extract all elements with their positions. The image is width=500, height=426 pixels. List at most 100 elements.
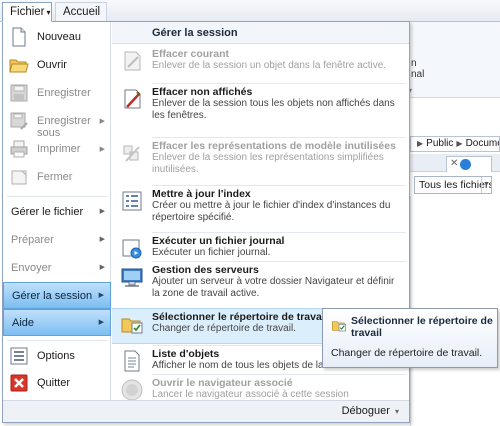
session-item-desc: Ajouter un serveur à votre dossier Navig… [152, 276, 395, 299]
menu-item-label: Imprimer [37, 143, 81, 155]
tooltip-title: Sélectionner le répertoire de travail [351, 315, 493, 339]
menu-divider [7, 340, 107, 341]
session-panel-header: Gérer la session [112, 22, 409, 44]
chevron-down-icon: ▾ [394, 407, 399, 416]
open-folder-icon [9, 55, 29, 75]
session-item-mettre-a-jour-index[interactable]: Mettre à jour l'index Créer ou mettre à … [112, 186, 409, 232]
session-item-title: Gestion des serveurs [152, 264, 259, 276]
open-browser-icon [120, 378, 144, 402]
menu-item-enregistrer-sous[interactable]: Enregistrer sous ▶ [3, 108, 111, 139]
file-menu-left-column: Nouveau Ouvrir Enregistrer Enregistrer s… [3, 22, 111, 400]
session-item-effacer-non-affiches[interactable]: Effacer non affichés Enlever de la sessi… [112, 84, 409, 136]
menu-item-fermer[interactable]: Fermer [3, 164, 111, 191]
new-document-icon [9, 27, 29, 47]
session-item-title: Sélectionner le répertoire de travail [152, 311, 328, 323]
menu-item-label: Préparer [11, 234, 54, 246]
menu-item-ouvrir[interactable]: Ouvrir [3, 52, 111, 79]
session-item-title: Effacer courant [152, 48, 230, 60]
breadcrumb-documents[interactable]: Documents [466, 138, 499, 149]
menu-item-gerer-la-session[interactable]: Gérer la session ▶ [3, 282, 111, 309]
tooltip: Sélectionner le répertoire de travail Ch… [322, 308, 498, 368]
file-menu-footer: Déboguer ▾ [3, 400, 409, 422]
menu-divider [7, 196, 107, 197]
close-tab-icon[interactable]: ✕ [450, 158, 458, 169]
session-item-title: Exécuter un fichier journal [152, 235, 285, 247]
session-item-executer-fichier-journal[interactable]: Exécuter un fichier journal Exécuter un … [112, 233, 409, 261]
menu-item-imprimer[interactable]: Imprimer ▶ [3, 136, 111, 163]
menu-item-label: Aide [12, 317, 35, 329]
menu-item-label: Quitter [37, 377, 71, 389]
session-item-title: Effacer non affichés [152, 86, 253, 98]
menu-item-envoyer[interactable]: Envoyer ▶ [3, 255, 111, 282]
session-item-title: Effacer les représentations de modèle in… [152, 140, 396, 152]
menu-item-nouveau[interactable]: Nouveau [3, 24, 111, 51]
session-item-ouvrir-navigateur-associe[interactable]: Ouvrir le navigateur associé Lancer le n… [112, 375, 409, 412]
submenu-arrow-icon: ▶ [98, 292, 104, 299]
session-item-effacer-courant[interactable]: Effacer courant Enlever de la session un… [112, 46, 409, 82]
submenu-arrow-icon: ▶ [98, 319, 104, 326]
session-panel-title: Gérer la session [152, 27, 238, 39]
menu-item-gerer-le-fichier[interactable]: Gérer le fichier ▶ [3, 199, 111, 226]
object-list-icon [120, 349, 144, 373]
submenu-arrow-icon: ▶ [99, 236, 105, 243]
erase-representations-icon [120, 141, 144, 165]
tab-fichier-label: Fichier [10, 6, 45, 18]
session-item-desc: Créer ou mettre à jour le fichier d'inde… [152, 200, 391, 223]
menu-item-label: Gérer la session [12, 290, 93, 302]
close-document-icon [9, 167, 29, 187]
address-bar[interactable]: ▶Public▶Documents [410, 136, 500, 152]
tab-accueil-label: Accueil [63, 6, 101, 18]
submenu-arrow-icon: ▶ [99, 146, 105, 153]
menu-item-preparer[interactable]: Préparer ▶ [3, 227, 111, 254]
browser-tab[interactable]: ✕ [446, 156, 492, 172]
menu-item-label: Envoyer [11, 262, 52, 274]
breadcrumb-arrow-icon: ▶ [456, 139, 463, 148]
menu-item-label: Ouvrir [37, 59, 67, 71]
submenu-arrow-icon: ▶ [99, 208, 105, 215]
quit-icon [9, 373, 29, 393]
erase-current-icon [120, 49, 144, 73]
working-directory-icon [331, 317, 347, 333]
tooltip-desc: Changer de répertoire de travail. [331, 347, 483, 359]
menu-item-label: Fermer [37, 171, 73, 183]
deboguer-button[interactable]: Déboguer ▾ [342, 405, 399, 417]
session-item-title: Ouvrir le navigateur associé [152, 377, 293, 389]
session-item-desc: Enlever de la session tous les objets no… [152, 98, 395, 121]
menu-item-label: Gérer le fichier [11, 206, 84, 218]
ribbon-fragment-text: n nal [411, 58, 425, 80]
breadcrumb-public[interactable]: Public [426, 138, 453, 149]
menu-item-label: Options [37, 350, 75, 362]
browser-globe-icon [460, 159, 471, 170]
erase-hidden-icon [120, 87, 144, 111]
session-item-effacer-representations[interactable]: Effacer les représentations de modèle in… [112, 138, 409, 184]
session-item-gestion-des-serveurs[interactable]: Gestion des serveurs Ajouter un serveur … [112, 262, 409, 308]
session-item-title: Liste d'objets [152, 348, 220, 360]
session-item-desc: Enlever de la session un objet dans la f… [152, 60, 387, 71]
tab-accueil[interactable]: Accueil [55, 2, 107, 22]
menu-item-quitter[interactable]: Quitter [3, 370, 111, 397]
chevron-down-icon: ▾ [46, 8, 51, 17]
menu-item-aide[interactable]: Aide ▶ [3, 309, 111, 336]
session-item-title: Mettre à jour l'index [152, 188, 251, 200]
save-as-icon [9, 111, 29, 131]
options-icon [9, 346, 29, 366]
chevron-down-icon[interactable]: ▼ [481, 177, 491, 193]
deboguer-label: Déboguer [341, 405, 390, 417]
session-item-desc: Enlever de la session les représentation… [152, 152, 384, 175]
file-type-filter[interactable]: Tous les fichiers ( ▼ [414, 176, 492, 194]
update-index-icon [120, 189, 144, 213]
tab-fichier[interactable]: Fichier ▾ [2, 2, 52, 22]
run-trail-file-icon [120, 236, 144, 260]
breadcrumb-arrow-icon: ▶ [417, 139, 424, 148]
menu-item-options[interactable]: Options [3, 343, 111, 370]
menu-item-enregistrer[interactable]: Enregistrer [3, 80, 111, 107]
menu-item-label: Nouveau [37, 31, 82, 43]
session-item-desc: Exécuter un fichier journal. [152, 247, 271, 258]
printer-icon [9, 139, 29, 159]
working-directory-icon [120, 312, 144, 336]
menu-item-label: Enregistrer [37, 87, 91, 99]
submenu-arrow-icon: ▶ [99, 264, 105, 271]
submenu-arrow-icon: ▶ [99, 118, 105, 125]
server-management-icon [120, 265, 144, 289]
save-icon [9, 83, 29, 103]
